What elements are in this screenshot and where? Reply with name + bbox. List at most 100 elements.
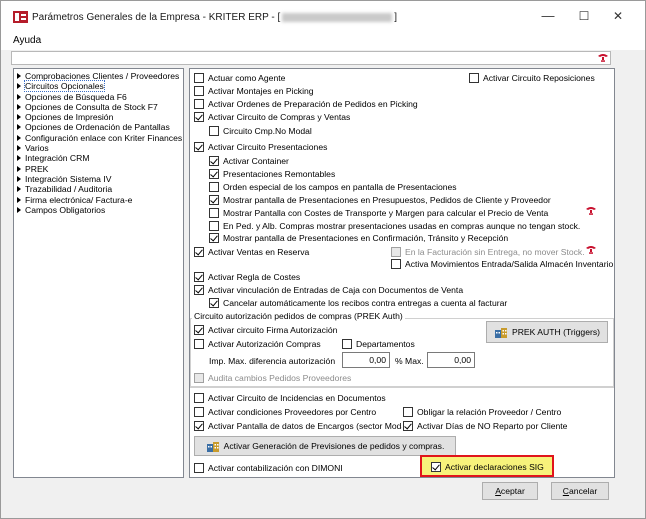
tree-item-kriter-finances[interactable]: Configuración enlace con Kriter Finances bbox=[14, 133, 183, 143]
close-button[interactable]: ✕ bbox=[601, 5, 635, 27]
en-ped-alb-checkbox[interactable]: En Ped. y Alb. Compras mostrar presentac… bbox=[209, 220, 580, 232]
prek-auth-button[interactable]: PREK AUTH (Triggers) bbox=[486, 321, 608, 343]
checkbox-label: Activar Ventas en Reserva bbox=[208, 247, 310, 257]
actuar-agente-checkbox[interactable]: Actuar como Agente bbox=[194, 72, 285, 84]
checkbox-label: Mostrar pantalla de Presentaciones en Pr… bbox=[223, 195, 551, 205]
tree-item-circuitos-opcionales[interactable]: Circuitos Opcionales bbox=[14, 80, 183, 93]
tree-item-label: Trazabilidad / Auditoria bbox=[25, 184, 113, 195]
maximize-button[interactable]: ☐ bbox=[567, 5, 601, 27]
tree-item-busqueda[interactable]: Opciones de Búsqueda F6 bbox=[14, 92, 183, 102]
accept-button[interactable]: Aceptar bbox=[482, 482, 538, 500]
cancelar-recibos-checkbox[interactable]: Cancelar automáticamente los recibos con… bbox=[209, 297, 507, 309]
cancel-button-label: ancelar bbox=[569, 486, 598, 496]
departamentos-checkbox[interactable]: Departamentos bbox=[342, 338, 415, 350]
cancel-button[interactable]: Cancelar bbox=[551, 482, 609, 500]
orden-especial-checkbox[interactable]: Orden especial de los campos en pantalla… bbox=[209, 181, 457, 193]
checkbox-label: Activar Container bbox=[223, 156, 289, 166]
checkbox-label: Cancelar automáticamente los recibos con… bbox=[223, 298, 508, 308]
tree-item-firma-electronica[interactable]: Firma electrónica/ Factura-e bbox=[14, 195, 183, 205]
tree-item-label: Campos Obligatorios bbox=[25, 204, 106, 215]
pantalla-encargos-checkbox[interactable]: Activar Pantalla de datos de Encargos (s… bbox=[194, 420, 402, 432]
facturacion-sin-entrega-checkbox[interactable]: En la Facturación sin Entrega, no mover … bbox=[391, 246, 585, 258]
autorizacion-compras-checkbox[interactable]: Activar Autorización Compras bbox=[194, 338, 321, 350]
checkbox-label: Activar Ordenes de Preparación de Pedido… bbox=[208, 99, 418, 109]
generacion-previsiones-label: Activar Generación de Previsiones de ped… bbox=[223, 441, 445, 451]
checkbox-label: Mostrar pantalla de Presentaciones en Co… bbox=[223, 233, 509, 243]
toolbar-strip bbox=[11, 51, 611, 65]
tree-item-impresion[interactable]: Opciones de Impresión bbox=[14, 112, 183, 122]
vinculacion-entradas-checkbox[interactable]: Activar vinculación de Entradas de Caja … bbox=[194, 284, 463, 296]
regla-costes-checkbox[interactable]: Activar Regla de Costes bbox=[194, 271, 300, 283]
tree-item-label: PREK bbox=[25, 163, 49, 174]
tree-item-trazabilidad[interactable]: Trazabilidad / Auditoria bbox=[14, 184, 183, 194]
tree-item-consulta-stock[interactable]: Opciones de Consulta de Stock F7 bbox=[14, 102, 183, 112]
tree-item-label: Opciones de Impresión bbox=[25, 112, 114, 123]
circuito-cmp-no-modal-checkbox[interactable]: Circuito Cmp.No Modal bbox=[209, 125, 312, 137]
checkbox-label: Presentaciones Remontables bbox=[223, 169, 336, 179]
tree-item-label: Firma electrónica/ Factura-e bbox=[25, 194, 133, 205]
menu-help[interactable]: Ayuda bbox=[13, 35, 41, 46]
circuito-presentaciones-checkbox[interactable]: Activar Circuito Presentaciones bbox=[194, 141, 327, 153]
ventas-reserva-checkbox[interactable]: Activar Ventas en Reserva bbox=[194, 246, 309, 258]
prek-auth-group-title: Circuito autorización pedidos de compras… bbox=[192, 311, 405, 321]
dias-no-reparto-checkbox[interactable]: Activar Días de NO Reparto por Cliente bbox=[403, 420, 567, 432]
mostrar-costes-transporte-checkbox[interactable]: Mostrar Pantalla con Costes de Transport… bbox=[209, 207, 548, 219]
minimize-button[interactable]: — bbox=[531, 5, 565, 27]
generacion-previsiones-button[interactable]: Activar Generación de Previsiones de ped… bbox=[194, 436, 456, 456]
help-icon[interactable] bbox=[585, 245, 597, 254]
checkbox-label: Actuar como Agente bbox=[208, 73, 286, 83]
tree-item-label: Opciones de Consulta de Stock F7 bbox=[25, 101, 158, 112]
condiciones-proveedores-checkbox[interactable]: Activar condiciones Proveedores por Cent… bbox=[194, 406, 376, 418]
pct-max-label: % Max. bbox=[395, 356, 424, 366]
tree-item-sistema-iv[interactable]: Integración Sistema IV bbox=[14, 174, 183, 184]
tree-item-crm[interactable]: Integración CRM bbox=[14, 153, 183, 163]
help-icon[interactable] bbox=[597, 53, 609, 62]
tree-item-label: Circuitos Opcionales bbox=[24, 80, 105, 93]
checkbox-label: Activar Pantalla de datos de Encargos (s… bbox=[208, 421, 402, 431]
help-icon[interactable] bbox=[585, 206, 597, 215]
window-title-suffix: ] bbox=[394, 12, 398, 23]
checkbox-label: Activar Circuito Reposiciones bbox=[483, 73, 595, 83]
category-tree: Comprobaciones Clientes / Proveedores Ci… bbox=[13, 68, 184, 478]
circuito-reposiciones-checkbox[interactable]: Activar Circuito Reposiciones bbox=[469, 72, 595, 84]
checkbox-label: Activar contabilización con DIMONI bbox=[208, 463, 343, 473]
declaraciones-sig-checkbox[interactable]: Activar declaraciones SIG bbox=[431, 461, 544, 473]
montajes-picking-checkbox[interactable]: Activar Montajes en Picking bbox=[194, 85, 314, 97]
obligar-relacion-checkbox[interactable]: Obligar la relación Proveedor / Centro bbox=[403, 406, 561, 418]
firma-autorizacion-checkbox[interactable]: Activar circuito Firma Autorización bbox=[194, 324, 337, 336]
app-icon bbox=[13, 11, 28, 23]
circuito-compras-ventas-checkbox[interactable]: Activar Circuito de Compras y Ventas bbox=[194, 111, 350, 123]
tree-item-prek[interactable]: PREK bbox=[14, 164, 183, 174]
checkbox-label: Activar vinculación de Entradas de Caja … bbox=[208, 285, 464, 295]
imp-max-input[interactable]: 0,00 bbox=[342, 352, 390, 368]
imp-max-label: Imp. Max. diferencia autorización bbox=[209, 356, 336, 366]
presentaciones-remontables-checkbox[interactable]: Presentaciones Remontables bbox=[209, 168, 335, 180]
checkbox-label: En Ped. y Alb. Compras mostrar presentac… bbox=[223, 221, 581, 231]
ordenes-preparacion-checkbox[interactable]: Activar Ordenes de Preparación de Pedido… bbox=[194, 98, 418, 110]
prek-auth-button-label: PREK AUTH (Triggers) bbox=[511, 327, 601, 337]
activa-movimientos-checkbox[interactable]: Activa Movimientos Entrada/Salida Almacé… bbox=[391, 258, 613, 270]
checkbox-label: En la Facturación sin Entrega, no mover … bbox=[405, 247, 585, 257]
checkbox-label: Audita cambios Pedidos Proveedores bbox=[208, 373, 352, 383]
redacted-company-name bbox=[282, 12, 393, 22]
tree-item-varios[interactable]: Varios bbox=[14, 143, 183, 153]
circuito-incidencias-checkbox[interactable]: Activar Circuito de Incidencias en Docum… bbox=[194, 392, 386, 404]
tree-item-label: Integración Sistema IV bbox=[25, 173, 112, 184]
pct-max-input[interactable]: 0,00 bbox=[427, 352, 475, 368]
activar-container-checkbox[interactable]: Activar Container bbox=[209, 155, 289, 167]
checkbox-label: Activar Montajes en Picking bbox=[208, 86, 314, 96]
audita-cambios-checkbox[interactable]: Audita cambios Pedidos Proveedores bbox=[194, 372, 351, 384]
tree-item-ordenacion[interactable]: Opciones de Ordenación de Pantallas bbox=[14, 122, 183, 132]
tree-item-campos-obligatorios[interactable]: Campos Obligatorios bbox=[14, 205, 183, 215]
building-icon bbox=[494, 327, 507, 338]
checkbox-label: Orden especial de los campos en pantalla… bbox=[223, 182, 457, 192]
checkbox-label: Activa Movimientos Entrada/Salida Almacé… bbox=[405, 259, 614, 269]
mostrar-pantalla-presentaciones-checkbox[interactable]: Mostrar pantalla de Presentaciones en Pr… bbox=[209, 194, 551, 206]
mostrar-confirmacion-checkbox[interactable]: Mostrar pantalla de Presentaciones en Co… bbox=[209, 232, 508, 244]
checkbox-label: Obligar la relación Proveedor / Centro bbox=[417, 407, 562, 417]
tree-item-label: Opciones de Ordenación de Pantallas bbox=[25, 122, 170, 133]
contabilizacion-dimoni-checkbox[interactable]: Activar contabilización con DIMONI bbox=[194, 462, 343, 474]
tree-item-comprobaciones[interactable]: Comprobaciones Clientes / Proveedores bbox=[14, 71, 183, 81]
checkbox-label: Activar Circuito de Compras y Ventas bbox=[208, 112, 351, 122]
checkbox-label: Activar circuito Firma Autorización bbox=[208, 325, 338, 335]
